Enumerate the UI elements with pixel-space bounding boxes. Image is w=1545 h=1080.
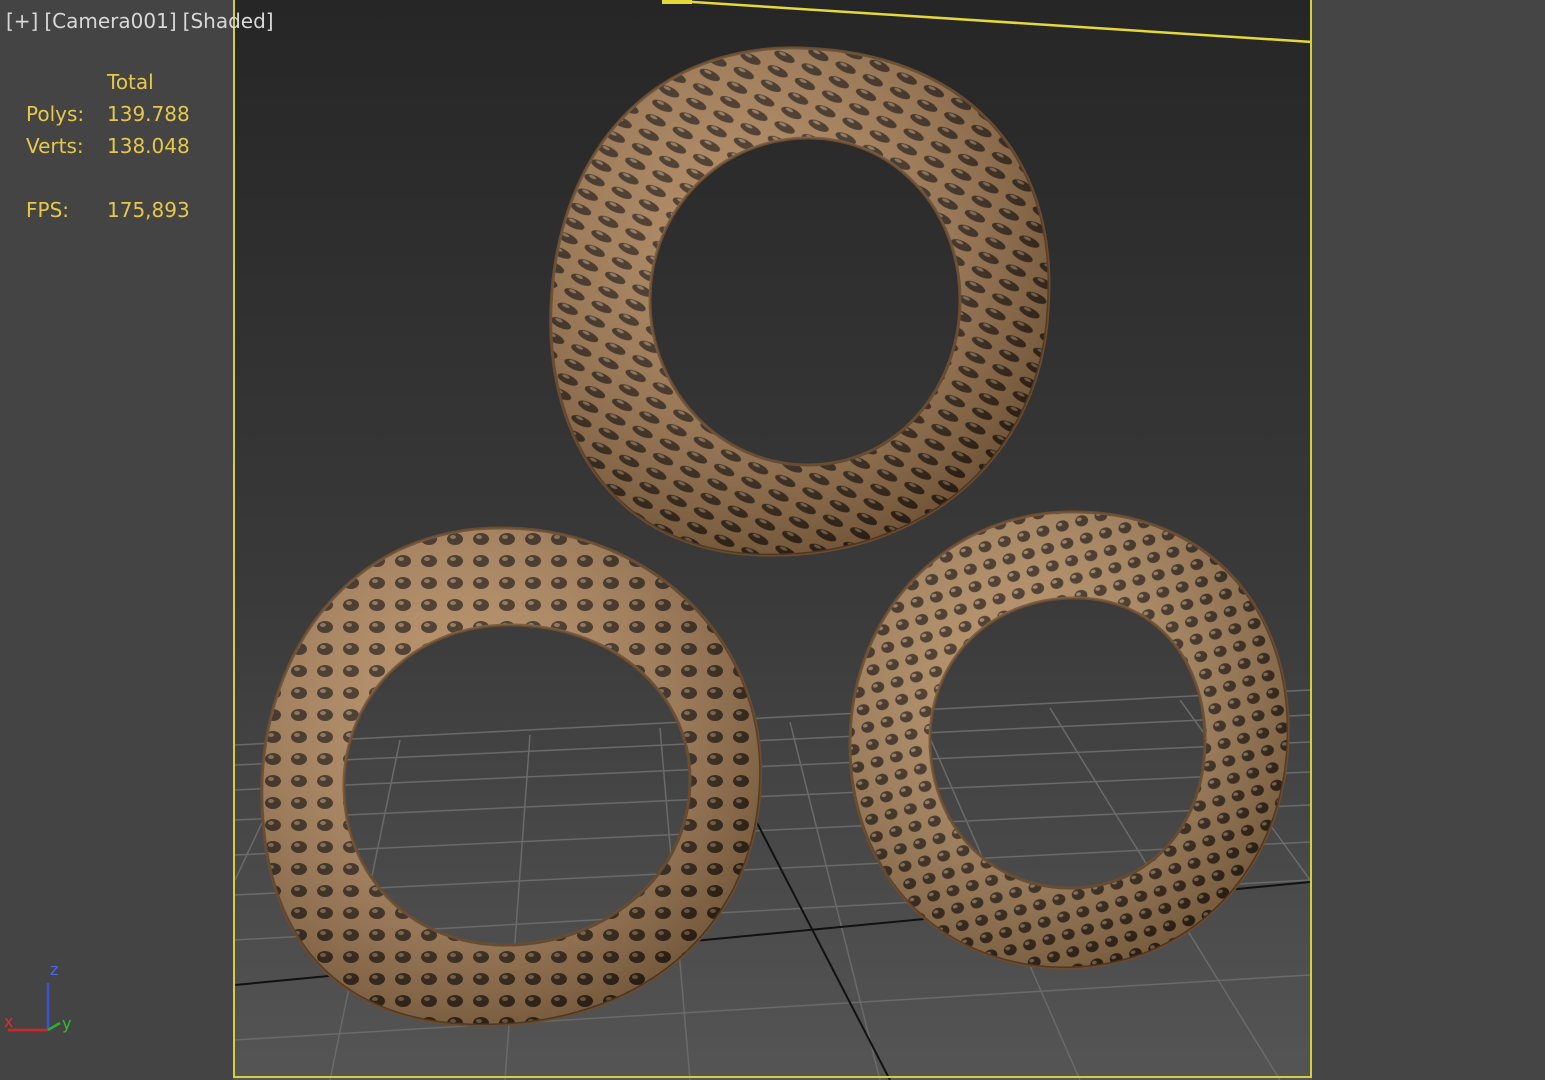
axis-tripod-icon: z x y <box>4 960 71 1033</box>
stats-fps-label: FPS: <box>26 198 69 222</box>
scene-canvas[interactable] <box>0 0 1545 1080</box>
viewport-shading-menu[interactable]: [Shaded] <box>183 9 274 33</box>
stats-polys-value: 139.788 <box>107 102 190 126</box>
stats-header: Total <box>107 70 154 94</box>
axis-y-label: y <box>62 1014 71 1033</box>
frustum-line-cap <box>662 0 692 4</box>
stats-fps-value: 175,893 <box>107 198 190 222</box>
stats-verts-value: 138.048 <box>107 134 190 158</box>
axis-x-label: x <box>4 1012 13 1031</box>
viewport-point-of-view-menu[interactable]: [Camera001] <box>44 9 176 33</box>
stats-polys-label: Polys: <box>26 102 85 126</box>
right-margin <box>1312 0 1545 1080</box>
viewport-general-menu[interactable]: [+] <box>6 9 38 33</box>
axis-z-label: z <box>50 960 58 979</box>
statistics-overlay: Total Polys: 139.788 Verts: 138.048 FPS:… <box>26 66 190 226</box>
viewport-label-menu[interactable]: [+] [Camera001] [Shaded] <box>6 9 280 33</box>
stats-verts-label: Verts: <box>26 134 84 158</box>
viewport-camera001[interactable]: [+] [Camera001] [Shaded] Total Polys: 139.… <box>0 0 1545 1080</box>
